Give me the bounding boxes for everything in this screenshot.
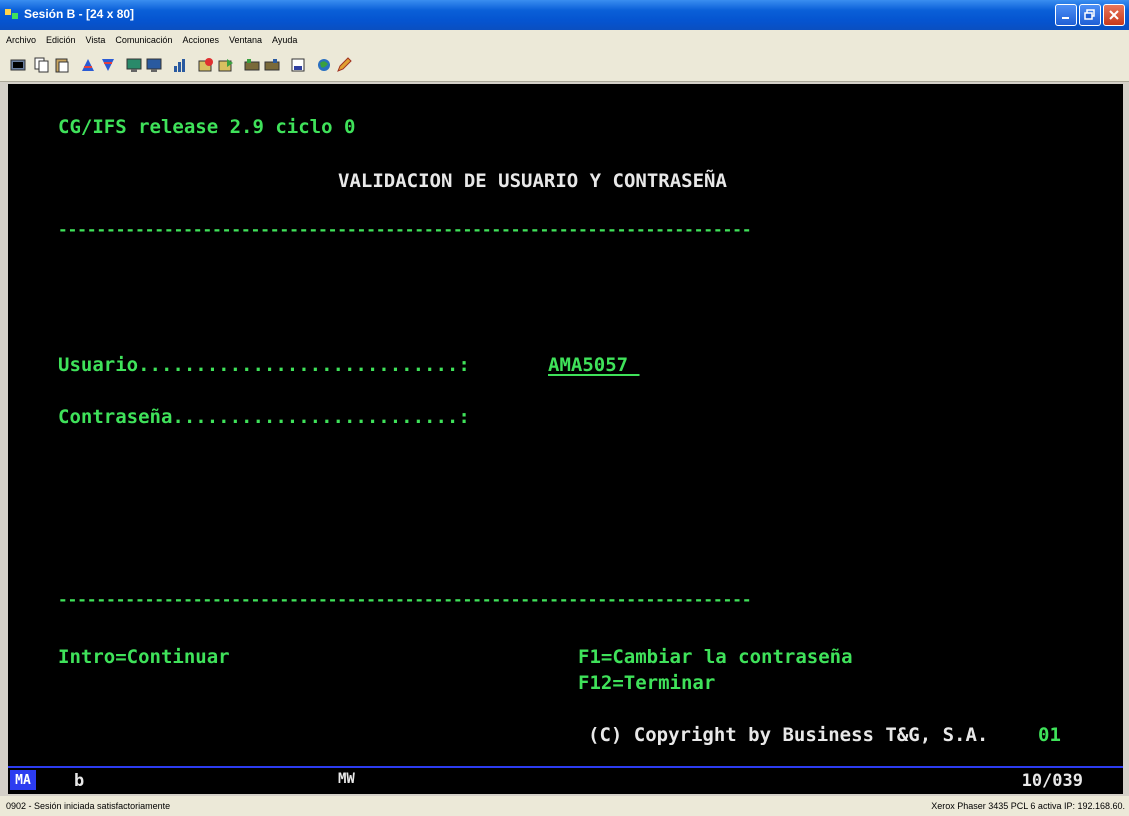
status-indicator: b — [74, 771, 85, 791]
menu-acciones[interactable]: Acciones — [182, 35, 219, 45]
cursor-position: 10/039 — [1021, 771, 1083, 791]
window-controls — [1055, 4, 1125, 26]
globe-icon[interactable] — [316, 57, 332, 73]
operator-info-bar: MA b MW 10/039 — [8, 766, 1123, 794]
status-message: 0902 - Sesión iniciada satisfactoriament… — [6, 801, 171, 811]
separator-top: ----------------------------------------… — [58, 220, 752, 239]
maximize-button[interactable] — [1079, 4, 1101, 26]
maximize-icon — [1084, 9, 1095, 20]
ma-indicator: MA — [10, 770, 36, 790]
menu-comunicacion[interactable]: Comunicación — [115, 35, 172, 45]
user-input[interactable]: AMA5057 — [548, 354, 640, 376]
close-button[interactable] — [1103, 4, 1125, 26]
print-screen-icon[interactable] — [10, 57, 26, 73]
display-2-icon[interactable] — [146, 57, 162, 73]
keyboard-icon[interactable] — [244, 57, 260, 73]
menu-ventana[interactable]: Ventana — [229, 35, 262, 45]
minimize-icon — [1062, 17, 1069, 19]
macro-play-icon[interactable] — [218, 57, 234, 73]
status-bar: 0902 - Sesión iniciada satisfactoriament… — [0, 796, 1129, 816]
chart-icon[interactable] — [172, 57, 188, 73]
menu-bar: Archivo Edición Vista Comunicación Accio… — [0, 30, 1129, 50]
close-icon — [1109, 10, 1119, 20]
printer-status: Xerox Phaser 3435 PCL 6 activa IP: 192.1… — [931, 801, 1125, 811]
menu-ayuda[interactable]: Ayuda — [272, 35, 297, 45]
password-input[interactable] — [548, 406, 848, 430]
menu-vista[interactable]: Vista — [86, 35, 106, 45]
mw-indicator: MW — [338, 771, 355, 787]
password-label: Contraseña.........................: — [58, 406, 470, 428]
key-f12-exit[interactable]: F12=Terminar — [578, 672, 715, 694]
session-icon — [5, 9, 18, 19]
key-f1-change-password[interactable]: F1=Cambiar la contraseña — [578, 646, 853, 668]
user-label: Usuario............................: — [58, 354, 482, 376]
toolbar — [0, 50, 1129, 82]
receive-icon[interactable] — [100, 57, 116, 73]
release-line: CG/IFS release 2.9 ciclo 0 — [58, 116, 356, 138]
title-bar[interactable]: Sesión B - [24 x 80] — [0, 0, 1129, 30]
copy-icon[interactable] — [34, 57, 50, 73]
terminal-screen[interactable]: CG/IFS release 2.9 ciclo 0 VALIDACION DE… — [8, 84, 1123, 766]
display-icon[interactable] — [126, 57, 142, 73]
help-icon[interactable] — [290, 57, 306, 73]
menu-edicion[interactable]: Edición — [46, 35, 76, 45]
minimize-button[interactable] — [1055, 4, 1077, 26]
window-title: Sesión B - [24 x 80] — [24, 7, 135, 21]
key-enter-continue[interactable]: Intro=Continuar — [58, 646, 230, 668]
copyright-text: (C) Copyright by Business T&G, S.A. — [588, 724, 989, 746]
screen-heading: VALIDACION DE USUARIO Y CONTRASEÑA — [338, 170, 727, 192]
paste-icon[interactable] — [54, 57, 70, 73]
menu-archivo[interactable]: Archivo — [6, 35, 36, 45]
macro-record-icon[interactable] — [198, 57, 214, 73]
copyright-code: 01 — [1038, 724, 1061, 746]
separator-bottom: ----------------------------------------… — [58, 590, 752, 609]
edit-icon[interactable] — [336, 57, 352, 73]
send-icon[interactable] — [80, 57, 96, 73]
keypad-icon[interactable] — [264, 57, 280, 73]
